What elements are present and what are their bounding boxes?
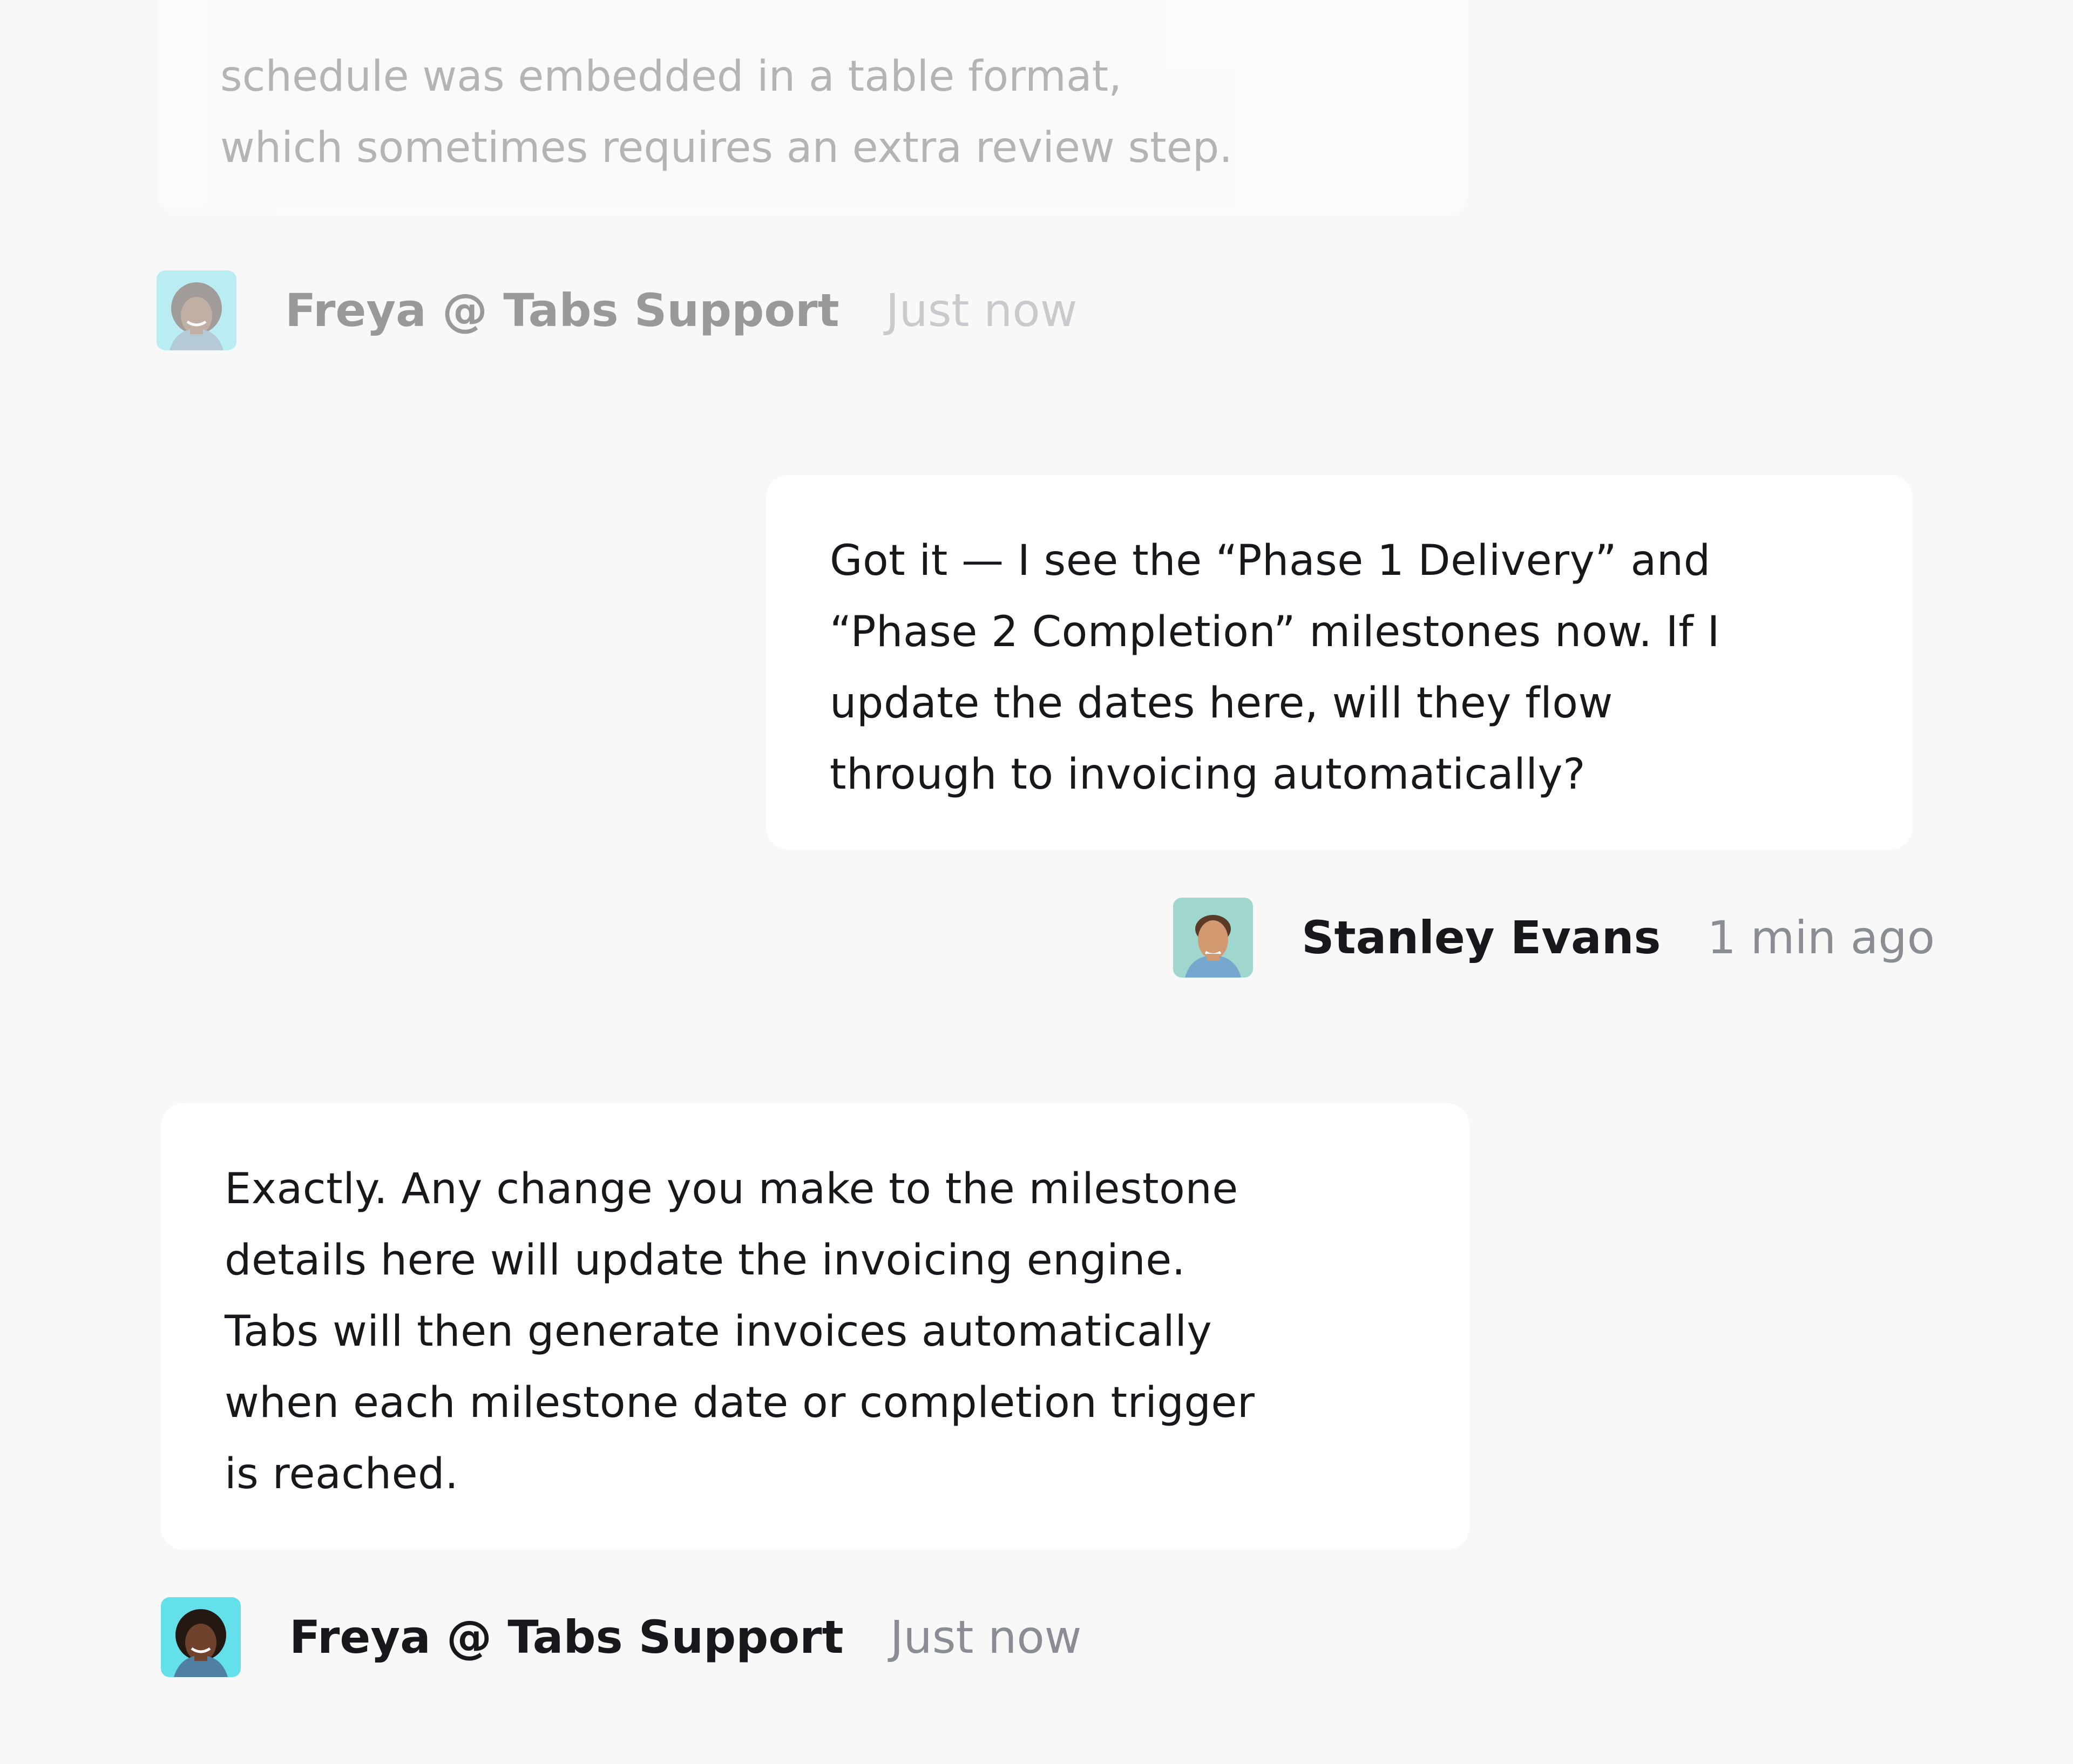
agent-name: Freya @ Tabs Support xyxy=(289,1611,844,1664)
message-time: Just now xyxy=(885,284,1078,337)
previous-agent-message-text: schedule was embedded in a table format,… xyxy=(220,52,1233,172)
agent-name: Freya @ Tabs Support xyxy=(285,284,839,337)
agent-message-bubble: Exactly. Any change you make to the mile… xyxy=(161,1103,1469,1550)
previous-agent-meta: Freya @ Tabs Support Just now xyxy=(157,270,1077,351)
message-time: Just now xyxy=(890,1611,1082,1664)
previous-message-faded: schedule was embedded in a table format,… xyxy=(0,0,2073,378)
agent-message-text: Exactly. Any change you make to the mile… xyxy=(225,1165,1255,1498)
agent-message-meta: Freya @ Tabs Support Just now xyxy=(161,1597,1081,1678)
agent-avatar xyxy=(161,1597,241,1677)
user-message-meta: Stanley Evans 1 min ago xyxy=(1173,897,1935,978)
message-time: 1 min ago xyxy=(1707,911,1935,964)
user-name: Stanley Evans xyxy=(1302,911,1661,964)
previous-agent-bubble: schedule was embedded in a table format,… xyxy=(157,0,1468,216)
user-avatar xyxy=(1173,898,1253,978)
user-message-text: Got it — I see the “Phase 1 Delivery” an… xyxy=(830,537,1720,799)
user-message-bubble: Got it — I see the “Phase 1 Delivery” an… xyxy=(766,475,1913,850)
agent-avatar xyxy=(157,270,236,350)
